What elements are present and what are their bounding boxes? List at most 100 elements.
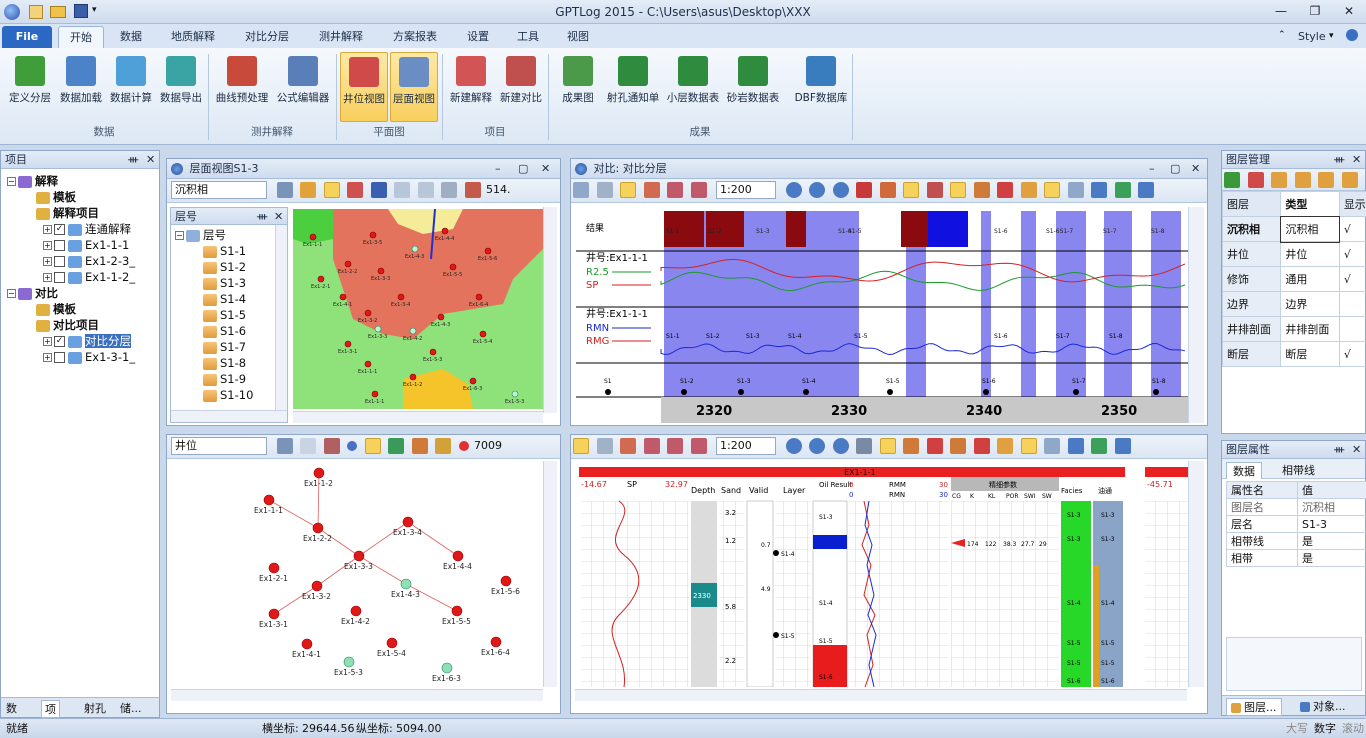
well-marker[interactable] — [402, 516, 414, 528]
well-marker[interactable] — [411, 245, 419, 253]
well-marker[interactable] — [369, 231, 377, 239]
well-marker[interactable] — [429, 348, 437, 356]
ribbon-button-7[interactable]: 层面视图 — [390, 52, 438, 122]
layer-table-cell[interactable] — [1338, 291, 1366, 317]
well-marker[interactable] — [374, 325, 382, 333]
tab-home[interactable]: 开始 — [58, 26, 104, 48]
tree-item[interactable]: − 对比 — [7, 285, 159, 301]
well-marker[interactable] — [268, 562, 280, 574]
paste-layer-icon[interactable] — [1294, 172, 1311, 188]
style-dropdown-icon[interactable]: ▾ — [1329, 31, 1334, 41]
ribbon-button-1[interactable]: 数据加载 — [56, 52, 106, 122]
maximize-icon[interactable]: ▢ — [1170, 159, 1180, 179]
pen-icon[interactable] — [856, 438, 872, 454]
ribbon-button-5[interactable]: 公式编辑器 — [272, 52, 334, 122]
table-icon[interactable] — [926, 182, 943, 198]
ribbon-button-6[interactable]: 井位视图 — [340, 52, 388, 122]
well-marker[interactable] — [452, 550, 464, 562]
layer-item[interactable]: S1-5 — [175, 307, 287, 323]
well-marker[interactable] — [441, 662, 453, 674]
tab-tools[interactable]: 工具 — [508, 26, 548, 48]
tree-item[interactable]: 模板 — [7, 301, 159, 317]
tab-view[interactable]: 视图 — [558, 26, 598, 48]
help-icon[interactable] — [1346, 29, 1358, 41]
well-marker[interactable] — [469, 377, 477, 385]
curve-tool-icon[interactable] — [464, 182, 481, 198]
map-vscrollbar[interactable] — [543, 207, 557, 413]
expand-icon[interactable]: + — [43, 353, 52, 362]
well-marker[interactable] — [500, 575, 512, 587]
tab-geology[interactable]: 地质解释 — [162, 26, 224, 48]
brush-icon[interactable] — [997, 438, 1013, 454]
well-marker[interactable] — [301, 638, 313, 650]
tree-item[interactable]: 解释项目 — [7, 205, 159, 221]
well-marker[interactable] — [437, 313, 445, 321]
layer-edit-icon[interactable] — [643, 438, 660, 454]
export-icon[interactable] — [1067, 182, 1084, 198]
layer-list-hscrollbar[interactable] — [171, 410, 287, 422]
tab-data[interactable]: 数据 — [1226, 462, 1262, 479]
stop-icon[interactable] — [856, 182, 872, 198]
well-map-vscrollbar[interactable] — [543, 461, 557, 687]
layer-table-cell[interactable]: √ — [1338, 266, 1366, 292]
pin-icon[interactable]: ᚒ — [128, 151, 138, 169]
grid-icon[interactable] — [573, 438, 589, 454]
correlation-chart[interactable]: 结果 井号:Ex1-1-1 R2.5 SP 井号:Ex1-1-1 RMN RMG… — [576, 211, 1188, 423]
marker-tool-icon[interactable] — [300, 182, 316, 198]
refresh-icon[interactable] — [1091, 438, 1107, 454]
tree-item[interactable]: 对比项目 — [7, 317, 159, 333]
list-tool-icon[interactable] — [417, 182, 434, 198]
well-marker[interactable] — [343, 656, 355, 668]
well-marker[interactable] — [344, 260, 352, 268]
tab-facies-line[interactable]: 相带线 — [1278, 462, 1319, 478]
contour-tool-icon[interactable] — [441, 182, 457, 198]
layer-down-icon[interactable] — [1341, 172, 1358, 188]
well-marker[interactable] — [371, 390, 379, 398]
layer-edit-icon[interactable] — [667, 182, 683, 198]
well-marker[interactable] — [479, 330, 487, 338]
collapse-ribbon-icon[interactable]: ⌃ — [1278, 30, 1286, 40]
scale-combo[interactable]: 1:200 — [716, 437, 776, 455]
split-icon[interactable] — [1020, 438, 1037, 454]
polygon-tool-icon[interactable] — [347, 182, 363, 198]
curve-edit-icon[interactable] — [643, 182, 660, 198]
well-marker[interactable] — [268, 608, 280, 620]
chart-icon[interactable] — [926, 438, 943, 454]
scale-combo[interactable]: 1:200 — [716, 181, 776, 199]
tab-file[interactable]: File — [2, 26, 52, 48]
properties-cell[interactable]: 沉积相 — [1297, 498, 1366, 516]
zoom-fit-icon[interactable] — [832, 182, 849, 198]
close-icon[interactable]: ✕ — [146, 151, 155, 169]
tree-checkbox[interactable] — [54, 256, 65, 267]
tree-item[interactable]: + ✓ 对比分层 — [7, 333, 159, 349]
tree-item[interactable]: + Ex1-1-2_ — [7, 269, 159, 285]
layer-table-col[interactable]: 显示 — [1338, 191, 1366, 217]
layer-table-col[interactable]: 类型 — [1280, 191, 1340, 217]
layer-table-cell[interactable]: √ — [1338, 241, 1366, 267]
brush-icon[interactable] — [1020, 182, 1037, 198]
red-point-icon[interactable] — [458, 441, 469, 451]
tab-reports[interactable]: 方案报表 — [384, 26, 446, 48]
align-icon[interactable] — [596, 182, 613, 198]
bar-chart-icon[interactable] — [950, 438, 966, 454]
well-marker[interactable] — [451, 605, 463, 617]
edit-well-icon[interactable] — [435, 438, 451, 454]
layer-table-row[interactable]: 修饰 通用 √ — [1221, 266, 1366, 292]
layer-table-cell[interactable]: √ — [1338, 216, 1366, 242]
minimize-icon[interactable]: – — [1149, 159, 1155, 179]
save-icon[interactable] — [1114, 438, 1131, 454]
link-tool-icon[interactable] — [323, 438, 340, 454]
well-marker[interactable] — [397, 293, 405, 301]
layer-item[interactable]: S1-10 — [175, 387, 287, 403]
well-marker[interactable] — [511, 390, 519, 398]
layer-table-row[interactable]: 井排剖面 井排剖面 — [1221, 316, 1366, 342]
ribbon-button-12[interactable]: 小层数据表 — [664, 52, 722, 122]
close-icon[interactable]: ✕ — [1352, 441, 1361, 459]
properties-cell[interactable]: 是 — [1297, 549, 1366, 567]
close-button[interactable]: ✕ — [1336, 3, 1362, 20]
project-tab-1[interactable]: 项 — [41, 700, 60, 718]
refresh-icon[interactable] — [1114, 182, 1131, 198]
tree-item[interactable]: + Ex1-2-3_ — [7, 253, 159, 269]
layer-item[interactable]: S1-2 — [175, 259, 287, 275]
well-location-map[interactable]: Ex1-1-2 Ex1-1-1 Ex1-2-2 Ex1-3-4 Ex1-3-3 Ex1-4… — [187, 463, 542, 688]
